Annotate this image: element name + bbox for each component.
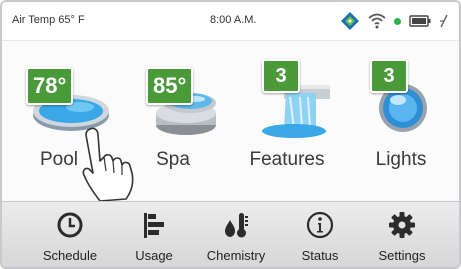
lights-count-badge: 3 (370, 59, 408, 93)
status-bar: Air Temp 65° F 8:00 A.M. (2, 2, 459, 41)
connection-status-icon (394, 17, 401, 25)
bar-chart-icon (139, 210, 169, 245)
bottom-navigation: Schedule Usage Chemistry Status Settings (2, 201, 459, 267)
features-count-badge: 3 (262, 59, 300, 93)
info-icon (305, 210, 335, 245)
status-icons (340, 11, 449, 31)
nav-schedule[interactable]: Schedule (32, 202, 108, 267)
nav-label: Settings (378, 248, 426, 263)
air-temperature: Air Temp 65° F (12, 14, 85, 26)
clock-icon (55, 210, 85, 245)
nav-usage[interactable]: Usage (116, 202, 192, 267)
nav-status[interactable]: Status (282, 202, 358, 267)
nav-label: Schedule (42, 248, 98, 263)
tile-features[interactable]: 3 Features (230, 41, 344, 201)
pool-temperature-badge: 78° (26, 67, 74, 105)
gear-icon (387, 210, 417, 245)
signal-strength-icon (439, 14, 449, 28)
nav-chemistry[interactable]: Chemistry (198, 202, 274, 267)
nav-label: Status (301, 248, 339, 263)
tile-label: Lights (375, 149, 427, 170)
brand-logo-icon (340, 11, 360, 31)
nav-label: Usage (135, 248, 173, 263)
tapping-hand-icon (76, 127, 156, 208)
drop-thermometer-icon (221, 210, 251, 245)
screen-frame: Air Temp 65° F 8:00 A.M. 78° Pool 85° Sp… (0, 0, 461, 269)
spa-temperature-badge: 85° (146, 67, 194, 105)
wifi-icon (368, 13, 386, 29)
main-tiles: 78° Pool 85° Spa 3 Features 3 Lights (2, 41, 459, 202)
nav-settings[interactable]: Settings (364, 202, 440, 267)
clock-time: 8:00 A.M. (210, 14, 257, 26)
tile-label: Features (249, 149, 325, 170)
tile-lights[interactable]: 3 Lights (344, 41, 458, 201)
battery-icon (409, 15, 431, 27)
nav-label: Chemistry (206, 248, 266, 263)
